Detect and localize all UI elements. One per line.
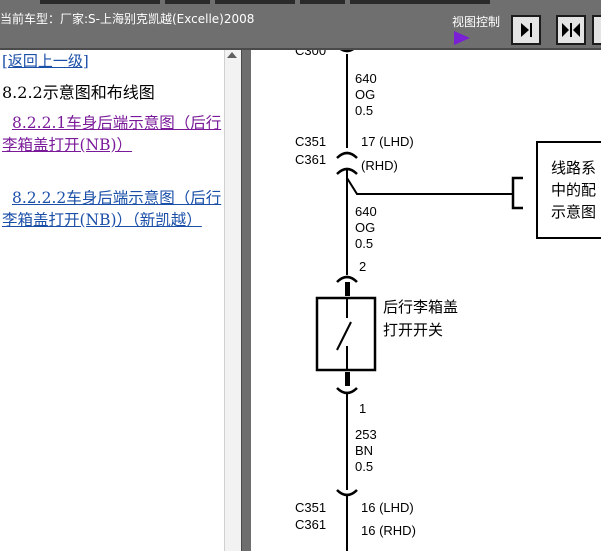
connector-symbol xyxy=(336,387,358,395)
tab-strip xyxy=(40,0,160,4)
wiring-diagram: C300 640 OG 0.5 C351 C361 17 (LHD) (RHD)… xyxy=(251,50,601,551)
vertical-scrollbar[interactable] xyxy=(224,50,241,551)
connector-symbol xyxy=(336,489,358,497)
wire1-number: 640 xyxy=(355,71,377,86)
view-split-button[interactable] xyxy=(556,15,586,45)
connector-b-pin2: 16 (RHD) xyxy=(361,523,416,538)
switch-pin-top: 2 xyxy=(359,259,366,274)
wire3-size: 0.5 xyxy=(355,459,373,474)
section-title: 8.2.2示意图和布线图 xyxy=(2,83,155,102)
connector-symbol xyxy=(336,275,358,283)
connector-symbol xyxy=(336,151,358,159)
connector-a-pin1: 17 (LHD) xyxy=(361,134,414,149)
switch-pin-bottom: 1 xyxy=(359,401,366,416)
top-bar: 当前车型：厂家:S-上海别克凯越(Excelle)2008 视图控制 xyxy=(0,0,601,50)
scroll-up-icon[interactable] xyxy=(227,52,237,58)
wire3-number: 253 xyxy=(355,427,377,442)
wire2-size: 0.5 xyxy=(355,236,373,251)
connector-symbol xyxy=(340,50,354,53)
connector-b-name1: C351 xyxy=(295,500,326,515)
tab-strip xyxy=(165,0,210,4)
branch-wire xyxy=(346,177,513,195)
wire3-color: BN xyxy=(355,443,373,458)
wire1-size: 0.5 xyxy=(355,103,373,118)
wire1-color: OG xyxy=(355,87,375,102)
view-control-label: 视图控制 xyxy=(452,15,501,29)
connector-a-name2: C361 xyxy=(295,152,326,167)
connector-a-name1: C351 xyxy=(295,134,326,149)
terminal-block xyxy=(345,372,350,386)
play-arrow-icon[interactable] xyxy=(454,31,470,45)
navigation-pane: [返回上一级] 8.2.2示意图和布线图 8.2.2.1车身后端示意图（后行李箱… xyxy=(0,50,224,551)
view-extra-button[interactable] xyxy=(592,15,601,45)
toc-link-item-2[interactable]: 8.2.2.2车身后端示意图（后行李箱盖打开(NB)）（新凯越） xyxy=(2,187,222,231)
current-vehicle: 当前车型：厂家:S-上海别克凯越(Excelle)2008 xyxy=(0,12,255,26)
switch-label-line2: 打开开关 xyxy=(383,322,443,339)
view-next-button[interactable] xyxy=(511,15,541,45)
tab-strip xyxy=(350,0,490,4)
split-arrows-icon xyxy=(562,23,580,37)
switch-label-line1: 后行李箱盖 xyxy=(383,299,458,316)
back-link[interactable]: [返回上一级] xyxy=(2,50,89,71)
reference-box-line2: 中的配 xyxy=(551,182,596,199)
wiring-diagram-svg: C300 640 OG 0.5 C351 C361 17 (LHD) (RHD)… xyxy=(295,50,601,551)
arrow-right-bar-icon xyxy=(521,23,532,37)
tab-strip xyxy=(300,0,345,4)
top-connector-label: C300 xyxy=(295,50,326,58)
connector-b-pin1: 16 (LHD) xyxy=(361,500,414,515)
terminal-block xyxy=(345,282,350,296)
wire2-color: OG xyxy=(355,220,375,235)
toc-link-item-1[interactable]: 8.2.2.1车身后端示意图（后行李箱盖打开(NB)） xyxy=(2,112,222,156)
tab-strip xyxy=(215,0,295,4)
branch-bracket xyxy=(511,176,523,210)
connector-b-name2: C361 xyxy=(295,517,326,532)
reference-box-line1: 线路系 xyxy=(551,160,596,177)
reference-box-line3: 示意图 xyxy=(551,203,596,221)
wire2-number: 640 xyxy=(355,204,377,219)
connector-a-pin2: (RHD) xyxy=(361,158,398,173)
